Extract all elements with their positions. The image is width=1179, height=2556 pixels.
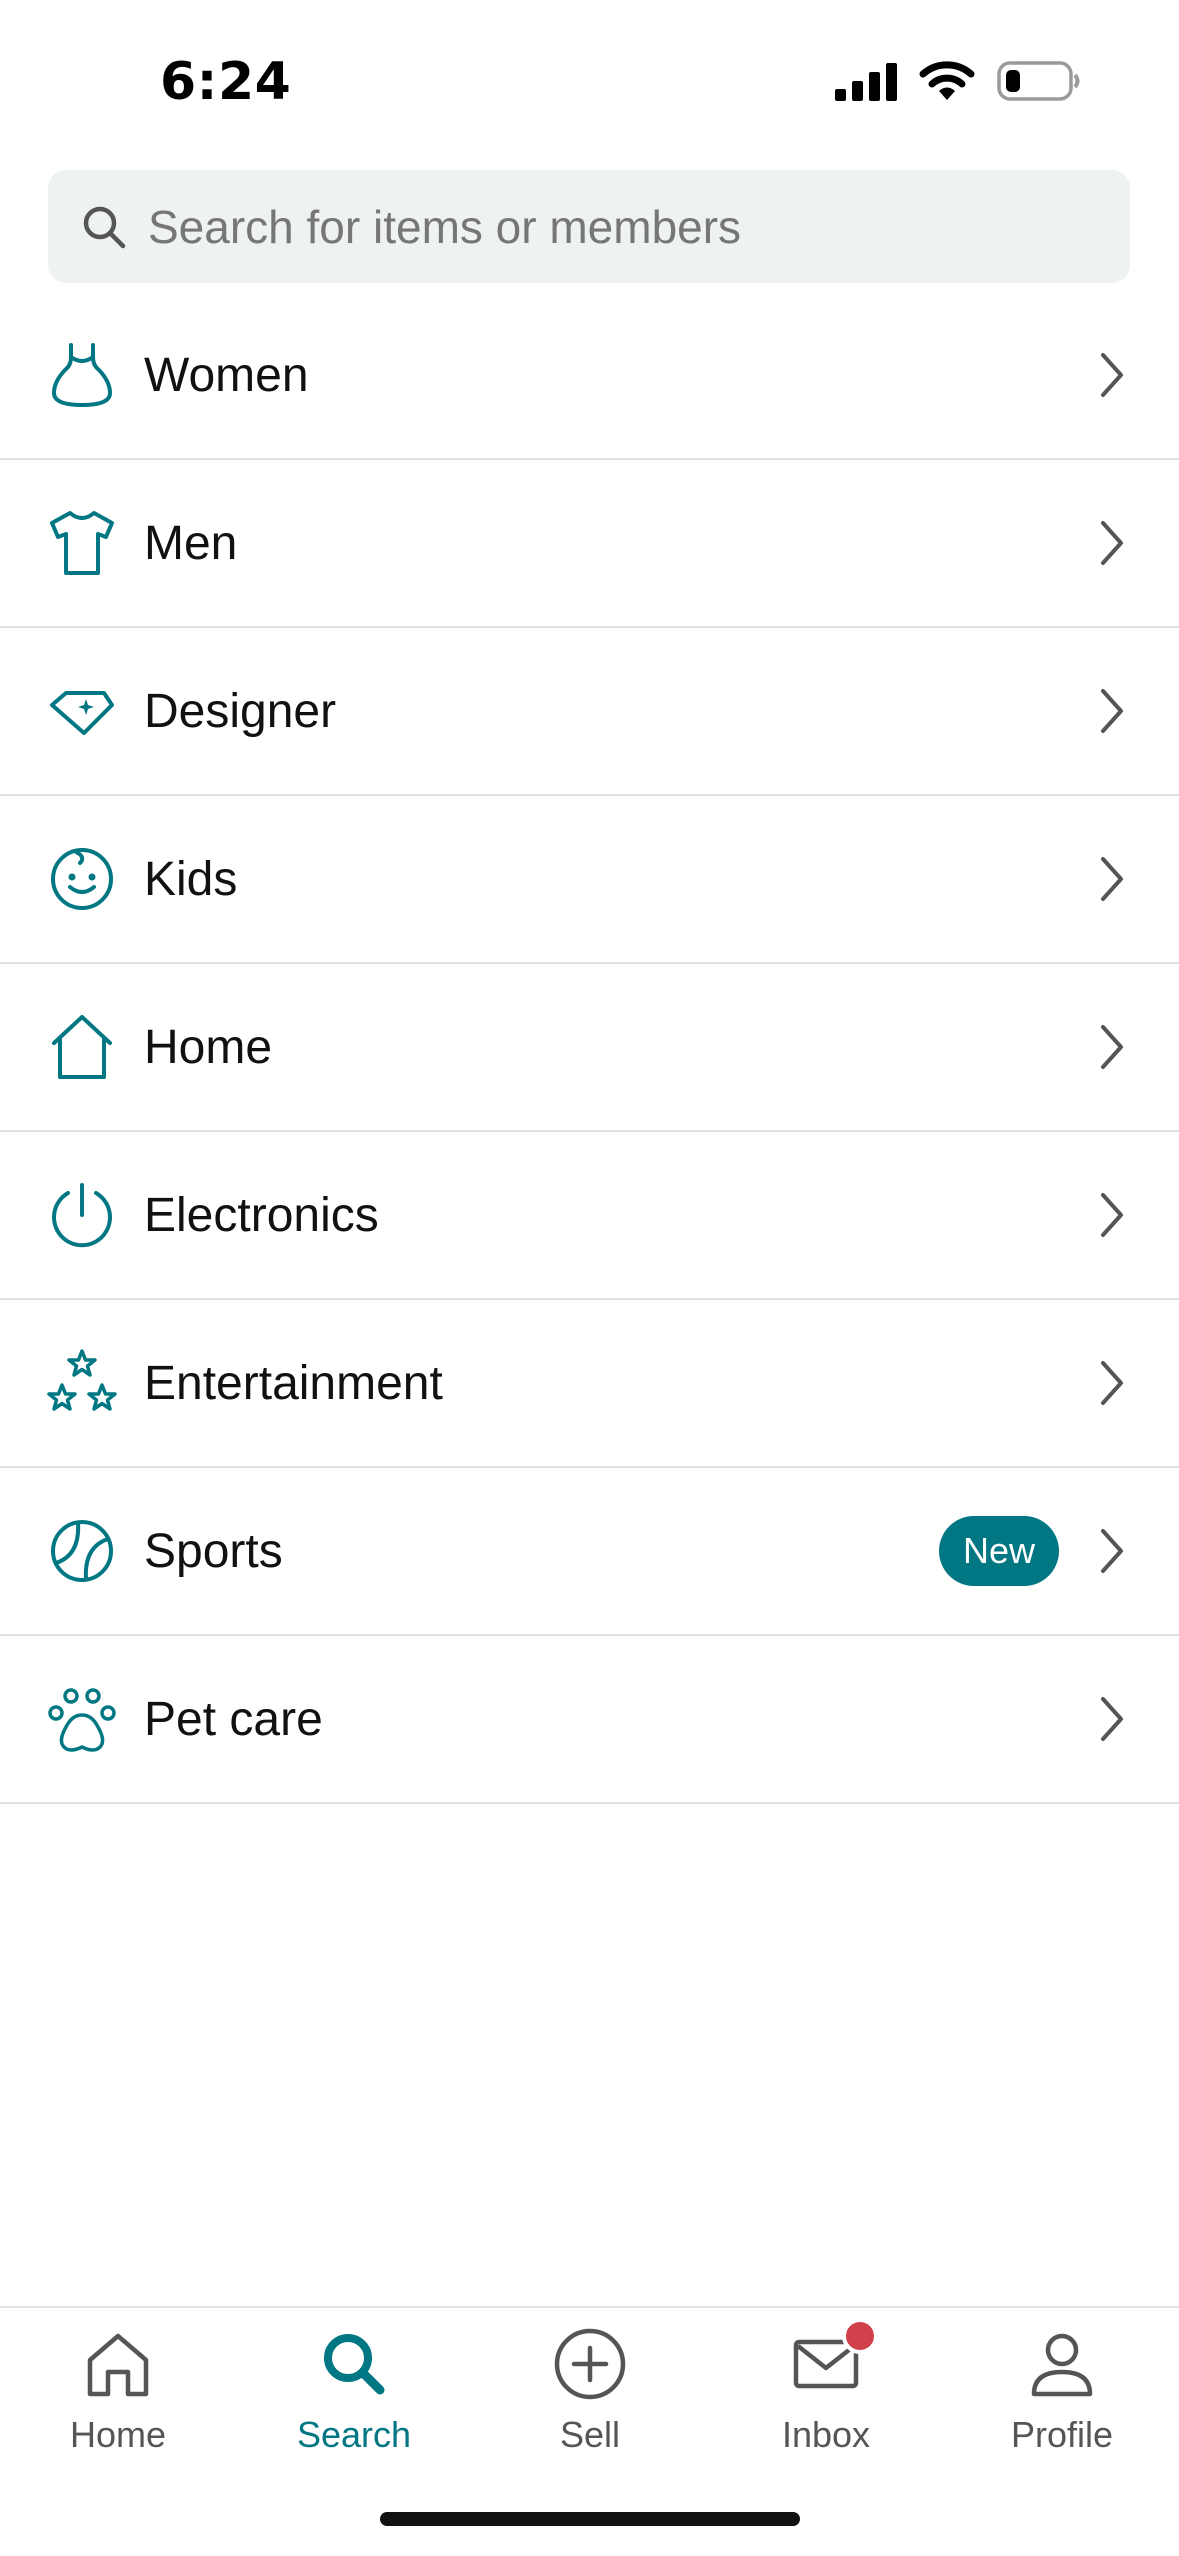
category-row-sports[interactable]: Sports New <box>0 1468 1179 1636</box>
category-label: Designer <box>144 684 337 738</box>
tab-home[interactable]: Home <box>0 2308 236 2498</box>
inbox-icon-wrapper <box>786 2318 878 2404</box>
search-icon <box>324 2334 385 2395</box>
category-row-kids[interactable]: Kids <box>0 796 1179 964</box>
category-row-women[interactable]: Women <box>0 292 1179 460</box>
new-badge: New <box>938 1516 1059 1586</box>
diamond-icon <box>50 691 114 735</box>
chevron-right-icon <box>1101 1361 1123 1405</box>
search-icon <box>83 206 126 248</box>
category-label: Entertainment <box>144 1356 443 1410</box>
paw-icon <box>48 1688 116 1752</box>
battery-icon <box>997 61 1080 101</box>
stars-icon <box>47 1349 117 1411</box>
category-row-entertainment[interactable]: Entertainment <box>0 1300 1179 1468</box>
plus-circle-icon <box>554 2328 626 2400</box>
tab-label: Search <box>296 2414 412 2455</box>
cellular-signal-icon <box>835 63 897 101</box>
tab-search[interactable]: Search <box>236 2308 472 2498</box>
category-list: Women Men Designer Kids Home Electronics… <box>0 292 1179 1804</box>
tab-label: Profile <box>1010 2414 1114 2455</box>
wifi-icon <box>919 61 975 100</box>
category-label: Women <box>144 348 309 402</box>
status-time: 6:24 <box>160 52 292 112</box>
tshirt-icon <box>50 511 114 575</box>
tab-label: Inbox <box>781 2414 871 2455</box>
category-row-men[interactable]: Men <box>0 460 1179 628</box>
chevron-right-icon <box>1101 1529 1123 1573</box>
person-icon <box>1031 2333 1093 2397</box>
category-row-designer[interactable]: Designer <box>0 628 1179 796</box>
tab-label: Sell <box>559 2414 621 2455</box>
smiley-face-icon <box>51 848 113 910</box>
category-row-electronics[interactable]: Electronics <box>0 1132 1179 1300</box>
chevron-right-icon <box>1101 1193 1123 1237</box>
category-row-pet-care[interactable]: Pet care <box>0 1636 1179 1804</box>
power-icon <box>52 1183 112 1248</box>
category-row-home[interactable]: Home <box>0 964 1179 1132</box>
chevron-right-icon <box>1101 353 1123 397</box>
tab-inbox[interactable]: Inbox <box>708 2308 944 2498</box>
status-bar: 6:24 <box>0 0 1179 160</box>
tab-label: Home <box>69 2414 167 2455</box>
category-label: Sports <box>144 1524 283 1578</box>
category-label: Men <box>144 516 238 570</box>
search-screen: 6:24 Search for items or members Women M… <box>0 0 1179 2556</box>
chevron-right-icon <box>1101 521 1123 565</box>
notification-dot <box>842 2318 878 2354</box>
tab-profile[interactable]: Profile <box>944 2308 1179 2498</box>
tennis-ball-icon <box>51 1520 113 1582</box>
chevron-right-icon <box>1101 1697 1123 1741</box>
category-label: Pet care <box>144 1692 323 1746</box>
chevron-right-icon <box>1101 689 1123 733</box>
chevron-right-icon <box>1101 857 1123 901</box>
category-label: Electronics <box>144 1188 379 1242</box>
category-label: Kids <box>144 852 238 906</box>
search-input[interactable] <box>148 199 1108 254</box>
home-icon <box>87 2333 149 2397</box>
house-icon <box>52 1015 112 1079</box>
status-icons <box>835 60 1081 102</box>
tab-sell[interactable]: Sell <box>472 2308 708 2498</box>
search-bar[interactable] <box>48 170 1130 283</box>
category-label: Home <box>144 1020 273 1074</box>
dress-icon <box>52 343 112 407</box>
chevron-right-icon <box>1101 1025 1123 1069</box>
home-indicator <box>380 2512 800 2526</box>
